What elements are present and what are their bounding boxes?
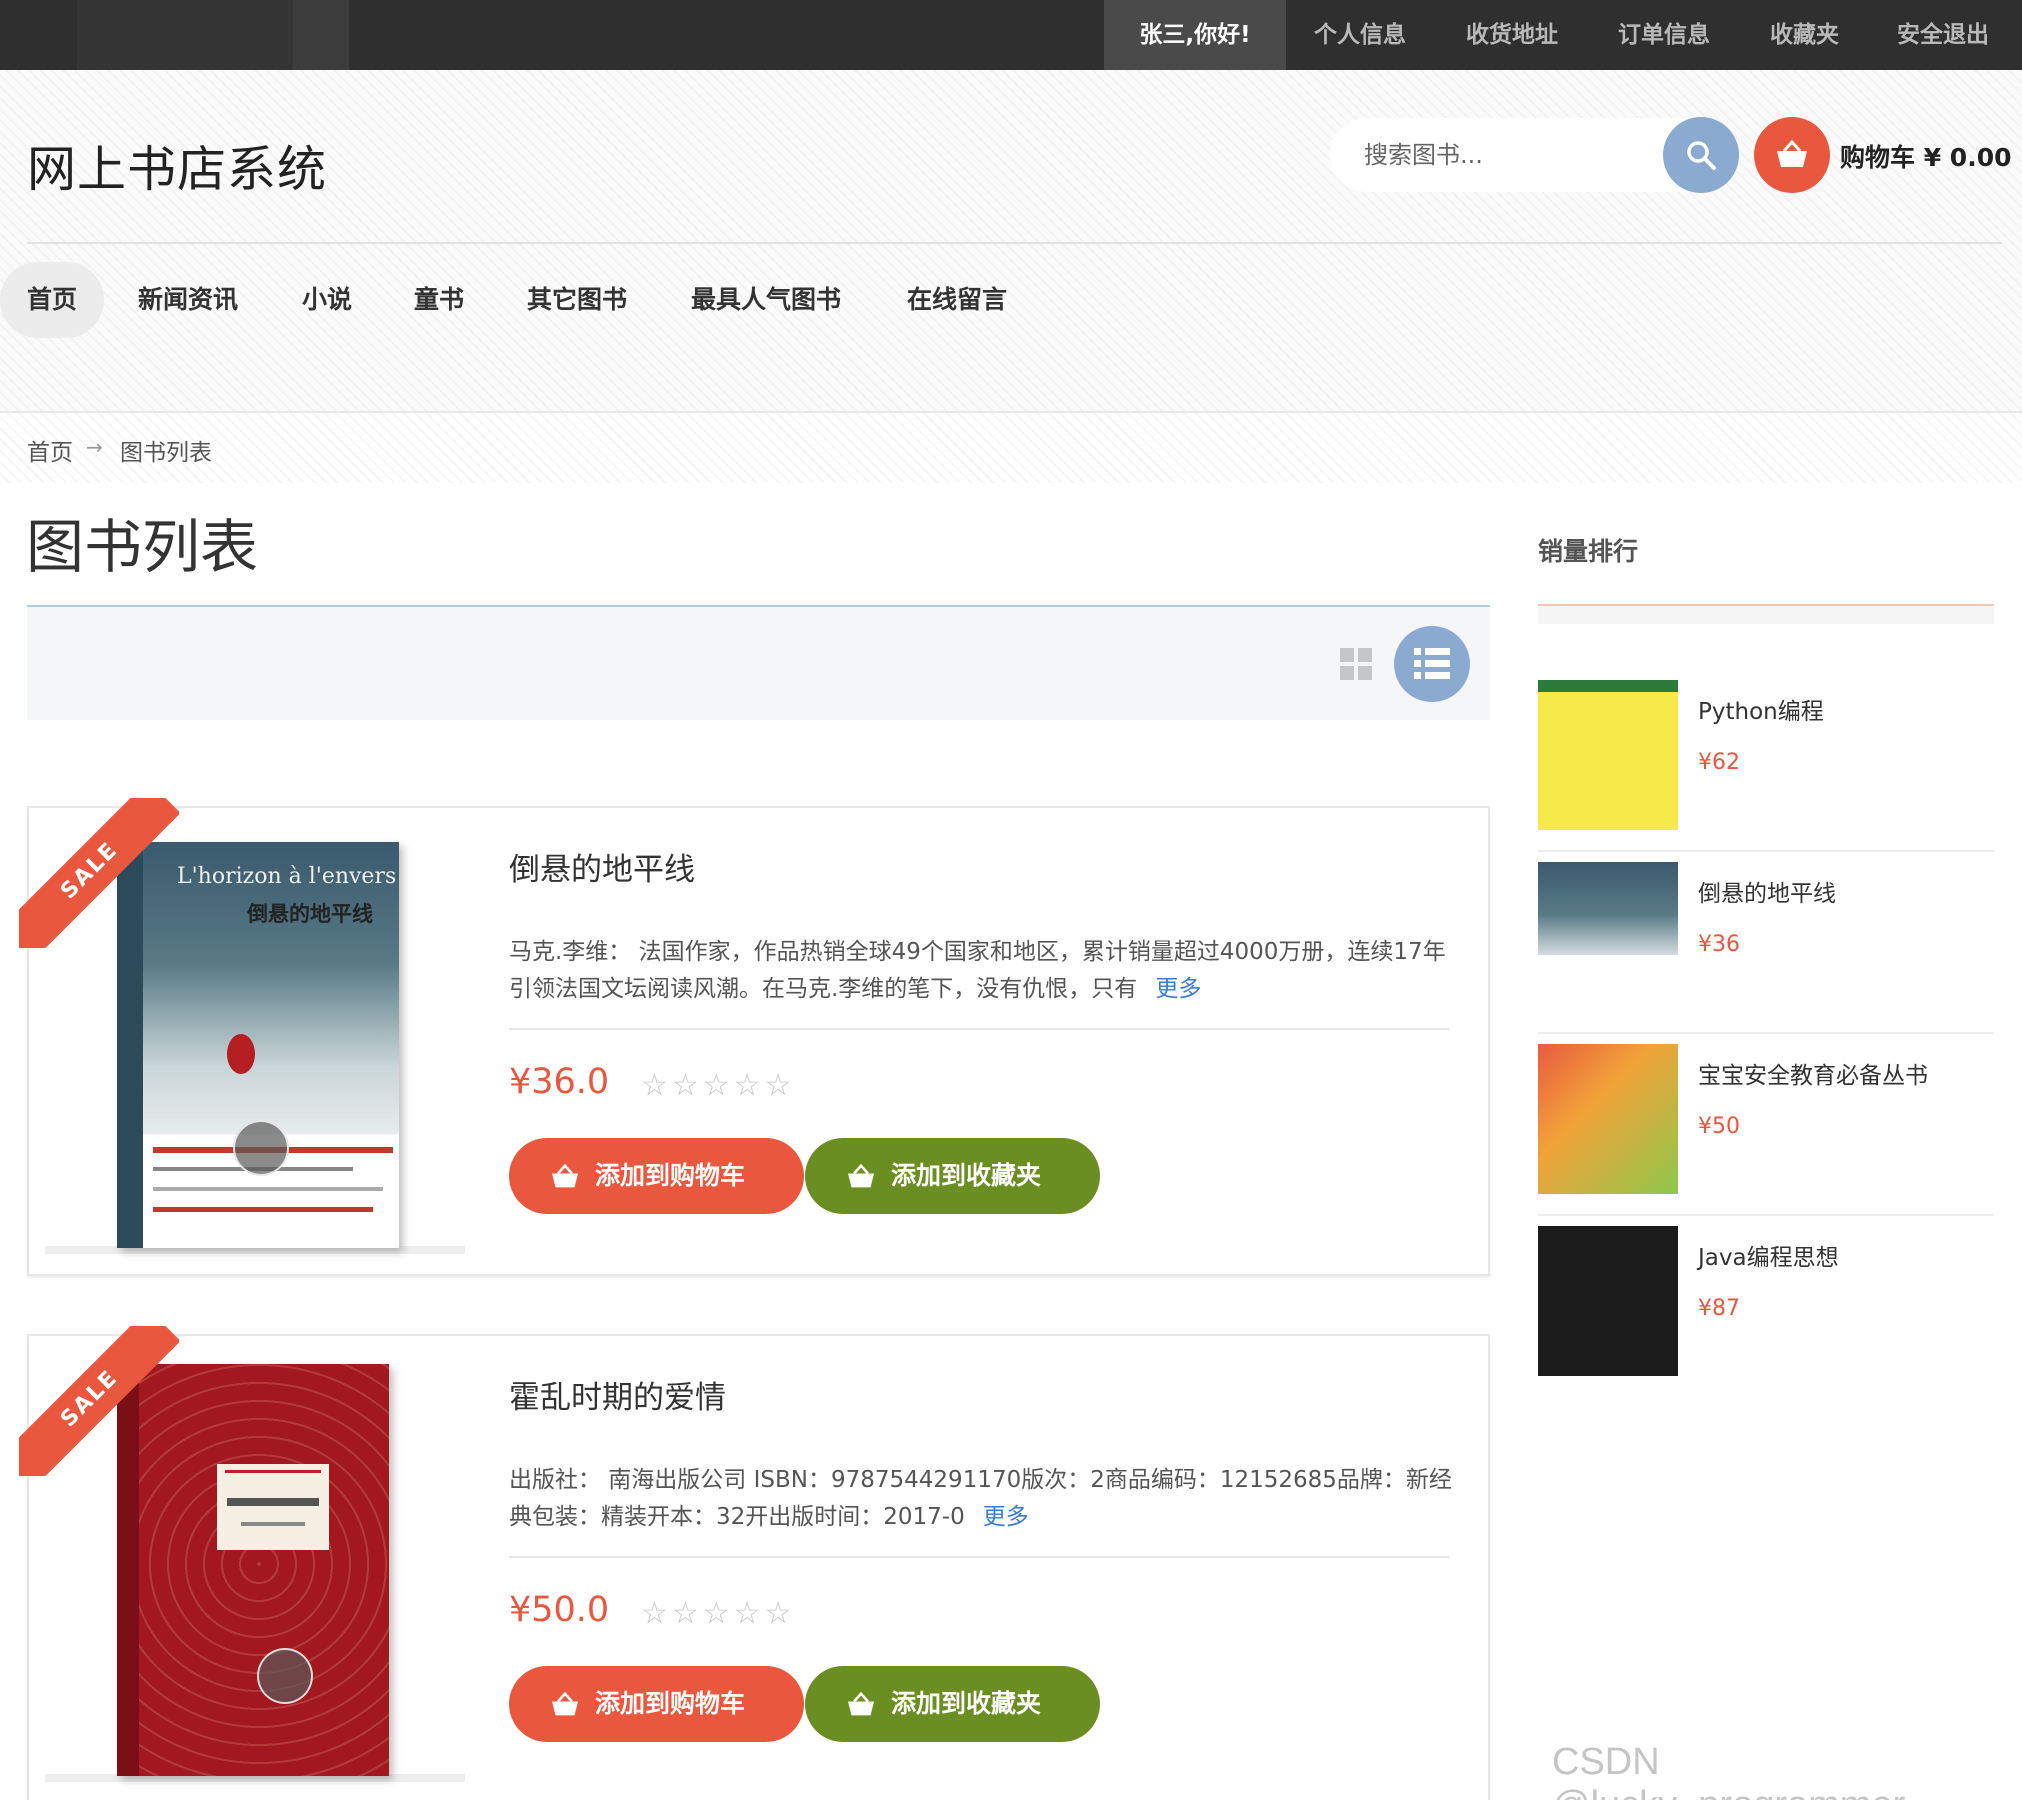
book-thumbnail[interactable] [1538,1044,1678,1194]
rating-stars[interactable]: ☆☆☆☆☆ [641,1596,795,1631]
bestseller-item[interactable]: 倒悬的地平线 ¥36 [1538,852,1994,1034]
sale-ribbon: SALE [19,798,179,948]
topbar-link-logout[interactable]: 安全退出 [1897,0,1989,70]
sale-ribbon: SALE [19,1326,179,1476]
sidebar-strip [1538,606,1994,624]
search-button[interactable] [1663,117,1739,193]
card-divider [509,1556,1449,1558]
bestseller-price: ¥36 [1698,932,1740,957]
bestseller-price: ¥87 [1698,1296,1740,1321]
cover-chinese-title: 倒悬的地平线 [247,901,373,926]
top-bar: 张三,你好! 个人信息 收货地址 订单信息 收藏夹 安全退出 [0,0,2022,70]
product-price: ¥36.0 [509,1062,610,1102]
page-title: 图书列表 [26,513,259,581]
bestseller-name[interactable]: Java编程思想 [1698,1238,1839,1272]
user-greeting: 张三,你好! [1104,0,1286,70]
add-to-favorites-label: 添加到收藏夹 [891,1161,1042,1190]
basket-icon [848,1164,874,1188]
topbar-link-orders[interactable]: 订单信息 [1618,0,1710,70]
product-price: ¥50.0 [509,1590,610,1630]
add-to-favorites-button[interactable]: 添加到收藏夹 [805,1666,1100,1742]
breadcrumb-home[interactable]: 首页 [27,433,73,467]
nav-item-popular[interactable]: 最具人气图书 [691,262,841,338]
bestseller-price: ¥62 [1698,750,1740,775]
add-to-favorites-label: 添加到收藏夹 [891,1689,1042,1718]
preview-play-icon[interactable] [233,1120,289,1176]
basket-icon [1777,139,1807,167]
header-divider [27,242,2002,244]
nav-item-novels[interactable]: 小说 [302,262,352,338]
bestseller-item[interactable]: Python编程 ¥62 [1538,670,1994,852]
preview-play-icon[interactable] [257,1648,313,1704]
sale-badge: SALE [19,798,179,948]
list-icon [1414,648,1450,679]
nav-item-news[interactable]: 新闻资讯 [138,262,238,338]
arrow-right-icon: → [86,435,103,459]
topbar-link-favorites[interactable]: 收藏夹 [1770,0,1839,70]
product-description: 出版社： 南海出版公司 ISBN：9787544291170版次：2商品编码：1… [509,1462,1459,1536]
watermark: CSDN @lucky_programmer [1552,1741,1905,1800]
sidebar-title: 销量排行 [1538,537,1639,566]
bestseller-item[interactable]: 宝宝安全教育必备丛书 ¥50 [1538,1034,1994,1216]
search-icon [1687,141,1716,170]
add-to-favorites-button[interactable]: 添加到收藏夹 [805,1138,1100,1214]
product-description: 马克.李维： 法国作家，作品热销全球49个国家和地区，累计销量超过4000万册，… [509,934,1459,1008]
site-brand[interactable]: 网上书店系统 [27,130,327,201]
list-view-button[interactable] [1394,626,1470,702]
more-link[interactable]: 更多 [983,1504,1029,1530]
cart-button[interactable] [1754,117,1830,193]
add-to-cart-button[interactable]: 添加到购物车 [509,1138,804,1214]
topbar-link-address[interactable]: 收货地址 [1466,0,1558,70]
breadcrumb-current: 图书列表 [120,440,212,466]
topbar-decoration [293,0,349,70]
book-thumbnail[interactable] [1538,862,1678,1012]
basket-icon [552,1692,578,1716]
cart-total[interactable]: 购物车 ¥ 0.00 [1840,138,2012,174]
rating-stars[interactable]: ☆☆☆☆☆ [641,1068,795,1103]
product-card: 霍乱时期的爱情 出版社： 南海出版公司 ISBN：9787544291170版次… [27,1334,1490,1800]
card-divider [509,1028,1449,1030]
product-description-text: 马克.李维： 法国作家，作品热销全球49个国家和地区，累计销量超过4000万册，… [509,939,1446,1002]
search-input[interactable] [1364,118,1664,192]
book-thumbnail[interactable] [1538,680,1678,830]
bestseller-name[interactable]: 倒悬的地平线 [1698,874,1836,908]
add-to-cart-button[interactable]: 添加到购物车 [509,1666,804,1742]
basket-icon [848,1692,874,1716]
view-toolbar [27,605,1490,720]
cover-french-title: L'horizon à l'envers [177,864,397,889]
product-card: L'horizon à l'envers 倒悬的地平线 倒悬的地平线 马克.李维… [27,806,1490,1276]
more-link[interactable]: 更多 [1155,976,1201,1002]
topbar-decoration [77,0,293,70]
bestseller-name[interactable]: Python编程 [1698,692,1824,726]
product-title[interactable]: 霍乱时期的爱情 [509,1372,726,1417]
add-to-cart-label: 添加到购物车 [595,1689,746,1718]
nav-item-children[interactable]: 童书 [414,262,464,338]
sale-badge: SALE [19,1326,179,1476]
bestseller-name[interactable]: 宝宝安全教育必备丛书 [1698,1056,1928,1090]
product-title[interactable]: 倒悬的地平线 [509,844,695,889]
product-description-text: 出版社： 南海出版公司 ISBN：9787544291170版次：2商品编码：1… [509,1467,1452,1530]
book-thumbnail[interactable] [1538,1226,1678,1376]
breadcrumb [0,413,2022,483]
topbar-link-profile[interactable]: 个人信息 [1314,0,1406,70]
bestseller-price: ¥50 [1698,1114,1740,1139]
add-to-cart-label: 添加到购物车 [595,1161,746,1190]
basket-icon [552,1164,578,1188]
grid-view-icon[interactable] [1340,648,1372,680]
nav-item-messages[interactable]: 在线留言 [907,262,1007,338]
bestseller-item[interactable]: Java编程思想 ¥87 [1538,1216,1994,1398]
nav-item-other-books[interactable]: 其它图书 [527,262,627,338]
nav-item-home[interactable]: 首页 [0,262,105,338]
